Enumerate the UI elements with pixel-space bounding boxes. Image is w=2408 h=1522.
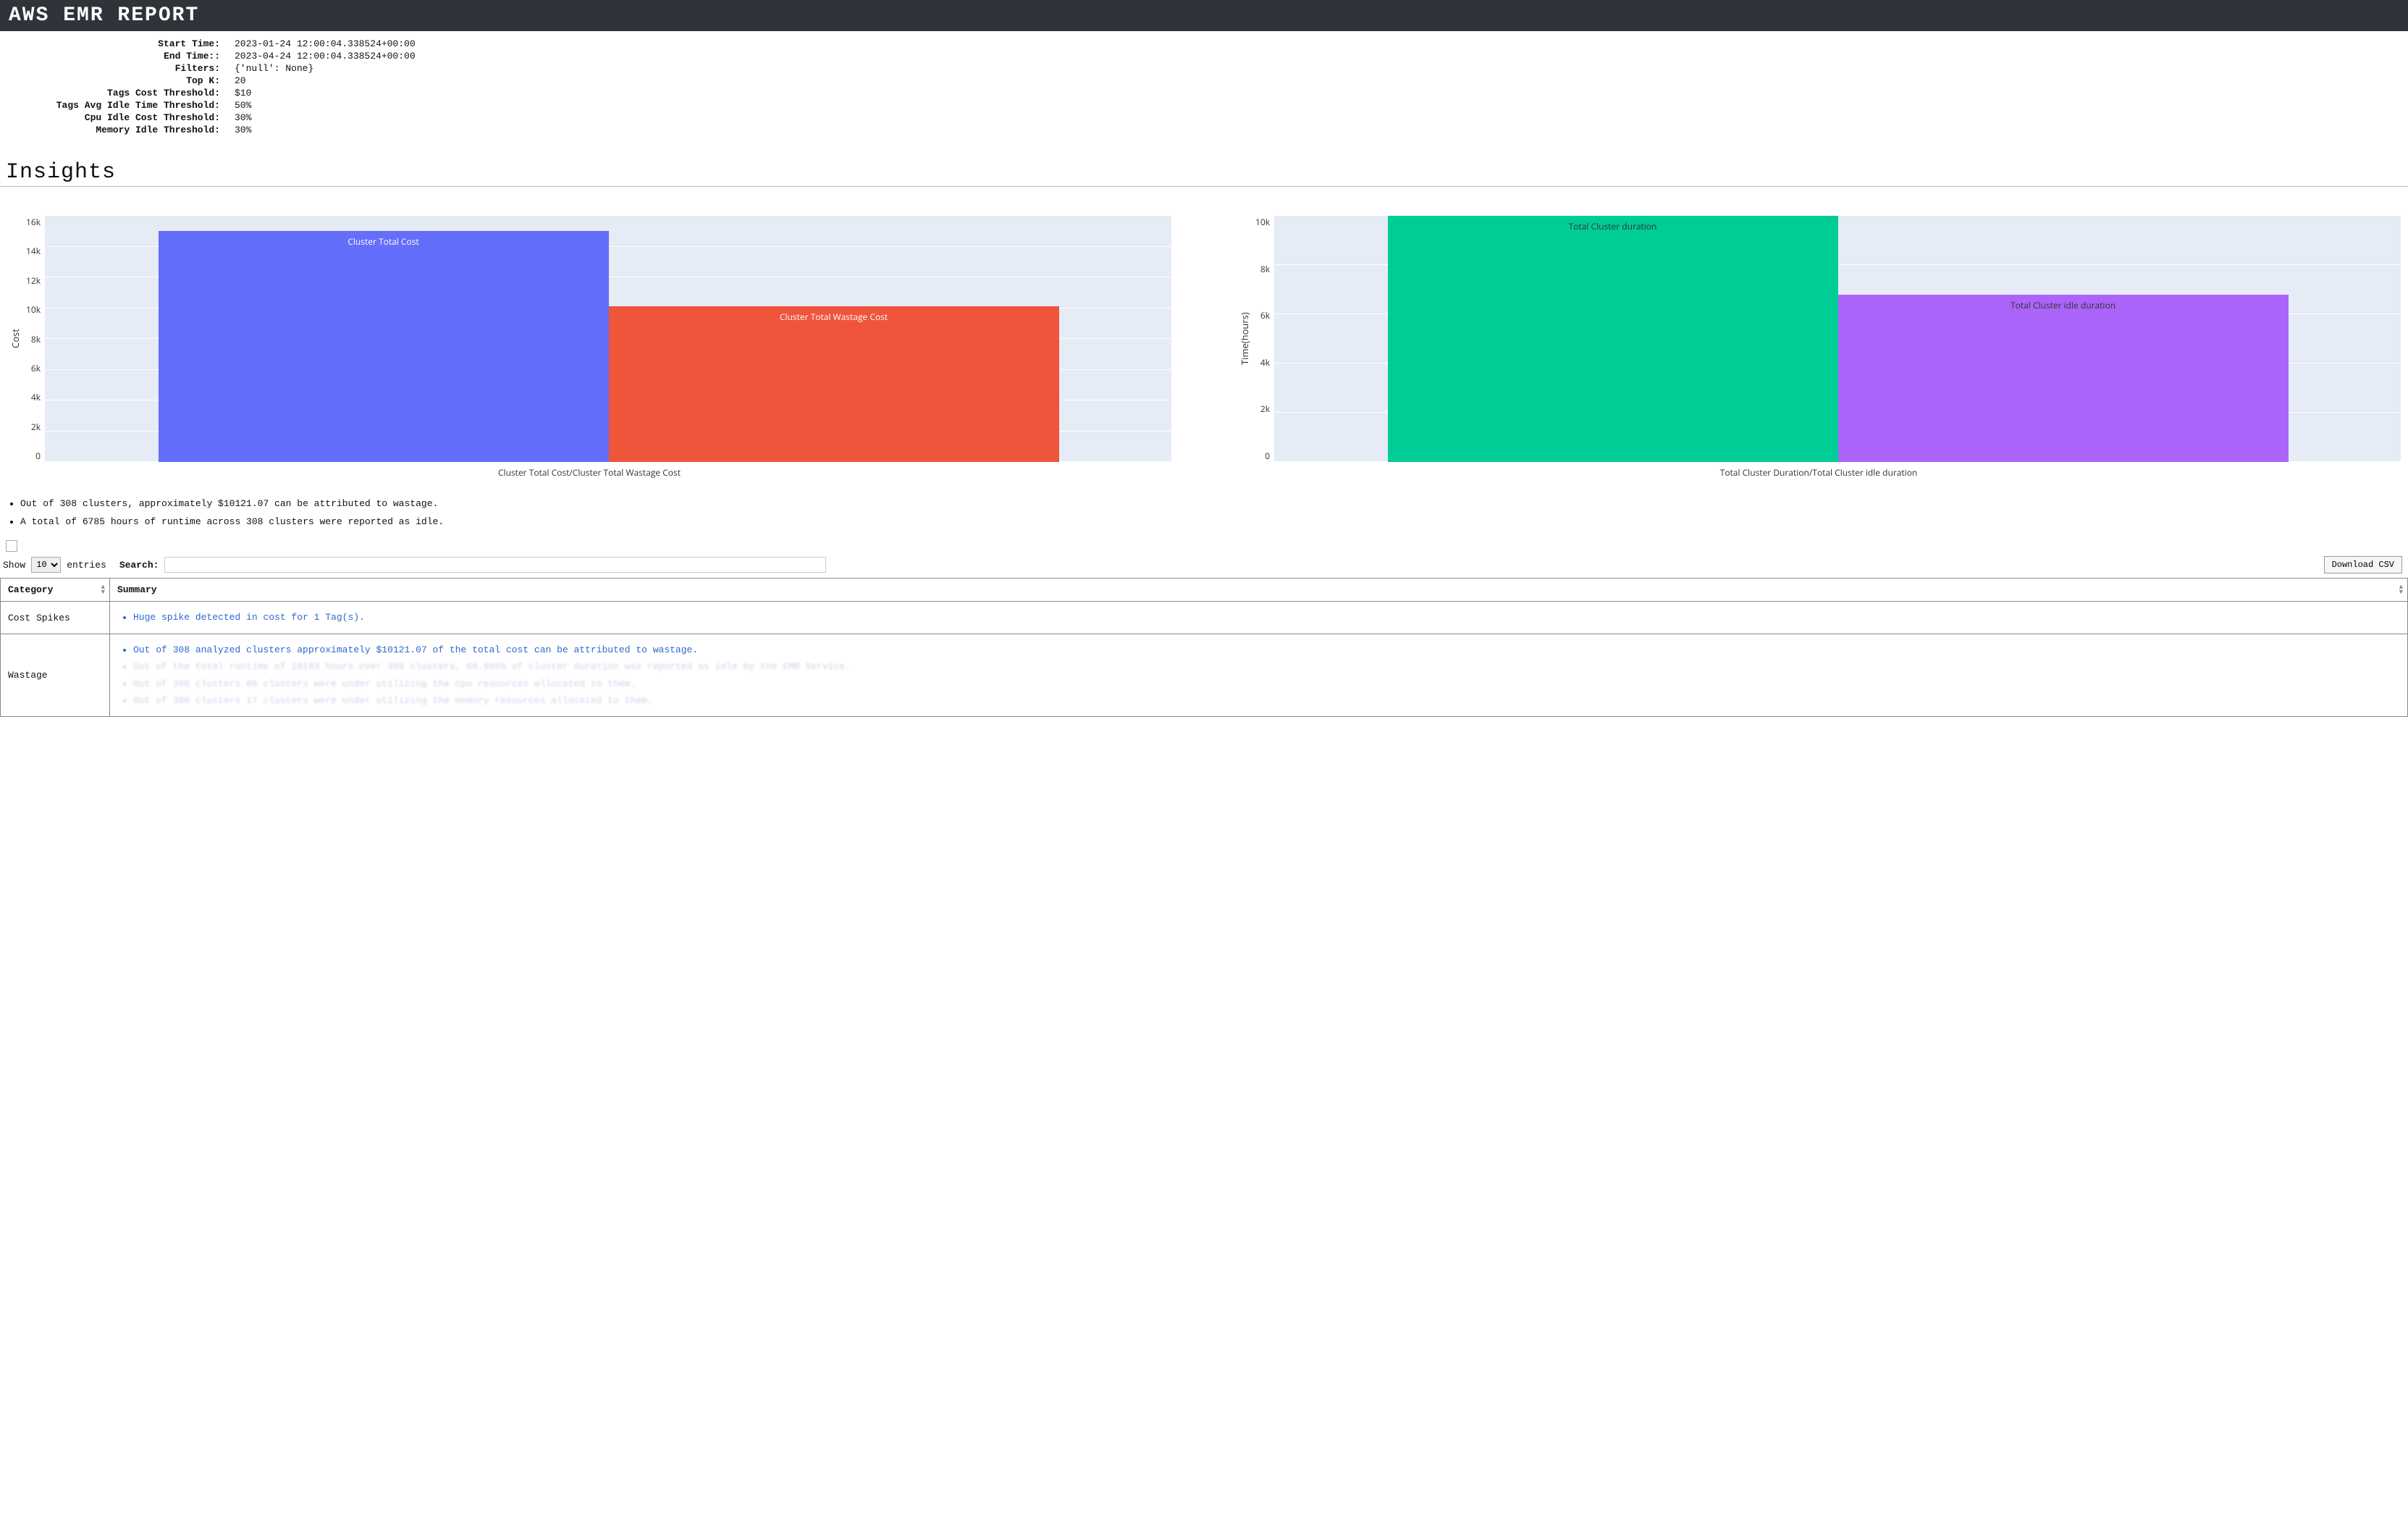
section-divider <box>0 186 2408 187</box>
y-tick: 12k <box>26 274 41 287</box>
y-axis-title: Cost <box>7 216 23 462</box>
table-row: Cost Spikes Huge spike detected in cost f… <box>1 602 2408 634</box>
insight-item: Out of 308 clusters, approximately $1012… <box>20 495 2394 513</box>
meta-value: 20 <box>235 75 2405 86</box>
cell-category: Wastage <box>1 634 110 717</box>
meta-label: Top K: <box>3 75 220 86</box>
column-header-summary[interactable]: Summary ▲▼ <box>110 579 2408 602</box>
duration-chart-xlabel: Total Cluster Duration/Total Cluster idl… <box>1237 466 2401 479</box>
y-tick: 2k <box>1260 403 1270 415</box>
search-label: Search: <box>119 560 159 571</box>
insights-table: Category ▲▼ Summary ▲▼ Cost Spikes Huge s… <box>0 578 2408 717</box>
meta-label: Tags Cost Threshold: <box>3 88 220 98</box>
bar: Cluster Total Wastage Cost <box>609 306 1059 462</box>
insights-list: Out of 308 clusters, approximately $1012… <box>0 488 2408 531</box>
meta-label: Cpu Idle Cost Threshold: <box>3 112 220 123</box>
meta-value: 30% <box>235 112 2405 123</box>
summary-bullet: Huge spike detected in cost for 1 Tag(s)… <box>133 609 2400 626</box>
meta-value: $10 <box>235 88 2405 98</box>
y-tick: 8k <box>31 333 41 345</box>
y-tick: 6k <box>31 362 41 374</box>
entries-select[interactable]: 10 <box>31 557 61 573</box>
bar: Total Cluster duration <box>1388 216 1838 462</box>
y-tick: 2k <box>31 421 41 433</box>
sort-icon[interactable]: ▲▼ <box>101 585 105 595</box>
meta-value: 30% <box>235 125 2405 135</box>
section-insights-title: Insights <box>0 138 2408 186</box>
table-row: Wastage Out of 308 analyzed clusters appr… <box>1 634 2408 717</box>
bar-label: Cluster Total Cost <box>348 235 418 248</box>
y-tick: 4k <box>31 391 41 403</box>
meta-label: Start Time: <box>3 38 220 49</box>
meta-label: End Time:: <box>3 51 220 62</box>
cost-chart: Cost16k 14k 12k 10k 8k 6k 4k 2k 0 Cluster Total C… <box>7 216 1171 479</box>
summary-bullet: Out of 308 analyzed clusters approximate… <box>133 642 2400 658</box>
y-tick: 6k <box>1260 309 1270 321</box>
download-csv-button[interactable]: Download CSV <box>2324 556 2402 573</box>
summary-bullet: Out of the total runtime of 10183 hours … <box>133 658 2400 675</box>
y-tick: 0 <box>35 450 41 462</box>
unknown-small-box <box>6 540 17 552</box>
cell-summary: Huge spike detected in cost for 1 Tag(s)… <box>110 602 2408 634</box>
meta-value: {'null': None} <box>235 63 2405 74</box>
bar-label: Total Cluster duration <box>1569 220 1657 232</box>
y-tick: 8k <box>1260 263 1270 275</box>
cost-chart-xlabel: Cluster Total Cost/Cluster Total Wastage… <box>7 466 1171 479</box>
meta-value: 2023-01-24 12:00:04.338524+00:00 <box>235 38 2405 49</box>
table-controls: Show 10 entries Search: Download CSV <box>0 552 2408 578</box>
y-tick: 10k <box>26 303 41 316</box>
y-tick: 14k <box>26 245 41 257</box>
page-title: AWS EMR REPORT <box>0 0 2408 31</box>
column-header-category[interactable]: Category ▲▼ <box>1 579 110 602</box>
bar: Cluster Total Cost <box>159 231 609 462</box>
cell-summary: Out of 308 analyzed clusters approximate… <box>110 634 2408 717</box>
cell-category: Cost Spikes <box>1 602 110 634</box>
search-input[interactable] <box>164 557 826 573</box>
meta-value: 2023-04-24 12:00:04.338524+00:00 <box>235 51 2405 62</box>
meta-value: 50% <box>235 100 2405 111</box>
bar-label: Cluster Total Wastage Cost <box>780 311 888 323</box>
y-axis-title: Time(hours) <box>1237 216 1253 462</box>
charts-row: Cost16k 14k 12k 10k 8k 6k 4k 2k 0 Cluster Total C… <box>0 216 2408 479</box>
entries-label: entries <box>67 560 106 571</box>
y-tick: 0 <box>1265 450 1270 462</box>
meta-label: Filters: <box>3 63 220 74</box>
report-parameters: Start Time: 2023-01-24 12:00:04.338524+00… <box>0 31 2408 138</box>
y-tick: 4k <box>1260 356 1270 369</box>
duration-chart: Time(hours)10k 8k 6k 4k 2k 0 Total Cluster dur… <box>1237 216 2401 479</box>
summary-bullet: Out of 308 clusters 17 clusters were und… <box>133 692 2400 709</box>
plot-area: Total Cluster duration Total Cluster idle… <box>1274 216 2401 462</box>
meta-label: Tags Avg Idle Time Threshold: <box>3 100 220 111</box>
y-tick: 16k <box>26 216 41 228</box>
show-label: Show <box>3 560 25 571</box>
sort-icon[interactable]: ▲▼ <box>2399 585 2403 595</box>
plot-area: Cluster Total Cost Cluster Total Wastage … <box>45 216 1171 462</box>
bar: Total Cluster idle duration <box>1838 295 2289 462</box>
summary-bullet: Out of 308 clusters 80 clusters were und… <box>133 676 2400 692</box>
meta-label: Memory Idle Threshold: <box>3 125 220 135</box>
y-tick: 10k <box>1255 216 1270 228</box>
bar-label: Total Cluster idle duration <box>2011 299 2116 311</box>
insight-item: A total of 6785 hours of runtime across … <box>20 513 2394 531</box>
